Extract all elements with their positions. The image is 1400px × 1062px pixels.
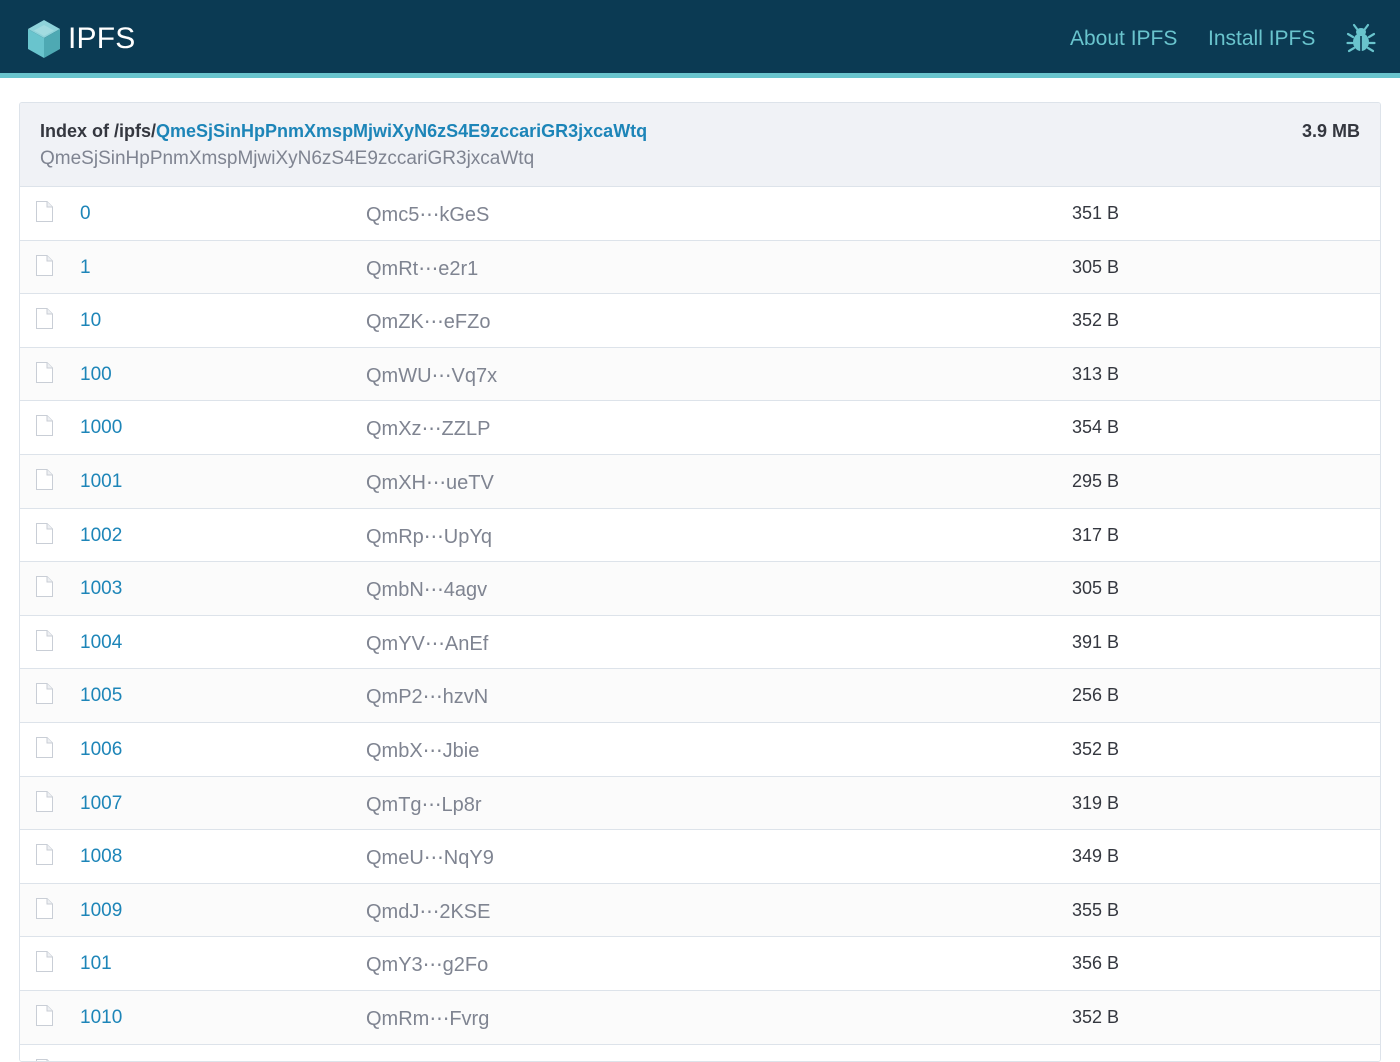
file-hash: QmXH⋯ueTV — [366, 470, 494, 495]
file-size: 313 B — [1072, 364, 1119, 385]
file-size: 295 B — [1072, 471, 1119, 492]
file-hash: Qmc5⋯kGeS — [366, 202, 489, 227]
install-ipfs-link[interactable]: Install IPFS — [1208, 27, 1315, 51]
file-size: 317 B — [1072, 525, 1119, 546]
file-size: 349 B — [1072, 846, 1119, 867]
table-row: 1 QmRt⋯e2r1 305 B — [20, 241, 1380, 295]
file-icon — [36, 951, 53, 972]
table-row: 1000 QmXz⋯ZZLP 354 B — [20, 401, 1380, 455]
table-row: 1008 QmeU⋯NqY9 349 B — [20, 830, 1380, 884]
file-size: 355 B — [1072, 900, 1119, 921]
file-name-link[interactable]: 10 — [80, 310, 101, 332]
table-row: 100 QmWU⋯Vq7x 313 B — [20, 348, 1380, 402]
file-name-link[interactable]: 1 — [80, 257, 91, 279]
about-ipfs-link[interactable]: About IPFS — [1070, 27, 1177, 51]
table-row: 1010 QmRm⋯Fvrg 352 B — [20, 991, 1380, 1045]
file-name-link[interactable]: 101 — [80, 953, 112, 975]
file-hash: QmWU⋯Vq7x — [366, 363, 497, 388]
table-row: 101 QmY3⋯g2Fo 356 B — [20, 937, 1380, 991]
file-size: 352 B — [1072, 739, 1119, 760]
listing-header: Index of /ipfs/QmeSjSinHpPnmXmspMjwiXyN6… — [20, 103, 1380, 187]
table-row: 1001 QmXH⋯ueTV 295 B — [20, 455, 1380, 509]
file-icon — [36, 1059, 53, 1062]
file-hash: QmY3⋯g2Fo — [366, 952, 488, 977]
table-row — [20, 1045, 1380, 1062]
file-size: 356 B — [1072, 953, 1119, 974]
file-icon — [36, 791, 53, 812]
table-row: 1004 QmYV⋯AnEf 391 B — [20, 616, 1380, 670]
file-icon — [36, 469, 53, 490]
file-size: 351 B — [1072, 203, 1119, 224]
file-size: 352 B — [1072, 1007, 1119, 1028]
file-size: 305 B — [1072, 578, 1119, 599]
top-bar: IPFS About IPFS Install IPFS — [0, 0, 1400, 78]
bug-icon[interactable] — [1346, 23, 1376, 53]
table-row: 1003 QmbN⋯4agv 305 B — [20, 562, 1380, 616]
ipfs-logo-link[interactable]: IPFS — [26, 19, 135, 59]
file-hash: QmbX⋯Jbie — [366, 738, 479, 763]
table-row: 1005 QmP2⋯hzvN 256 B — [20, 669, 1380, 723]
file-icon — [36, 630, 53, 651]
file-name-link[interactable]: 1004 — [80, 632, 122, 654]
directory-listing: Index of /ipfs/QmeSjSinHpPnmXmspMjwiXyN6… — [19, 102, 1381, 1062]
cid-link[interactable]: QmeSjSinHpPnmXmspMjwiXyN6zS4E9zccariGR3j… — [156, 121, 647, 141]
cid-subtitle: QmeSjSinHpPnmXmspMjwiXyN6zS4E9zccariGR3j… — [40, 148, 534, 170]
table-row: 1007 QmTg⋯Lp8r 319 B — [20, 777, 1380, 831]
file-icon — [36, 201, 53, 222]
file-icon — [36, 576, 53, 597]
file-hash: QmRt⋯e2r1 — [366, 256, 478, 281]
file-name-link[interactable]: 1006 — [80, 739, 122, 761]
file-name-link[interactable]: 1009 — [80, 900, 122, 922]
file-icon — [36, 1005, 53, 1026]
file-hash: QmTg⋯Lp8r — [366, 792, 482, 817]
index-prefix: Index of /ipfs/ — [40, 121, 156, 141]
table-row: 1002 QmRp⋯UpYq 317 B — [20, 509, 1380, 563]
file-icon — [36, 523, 53, 544]
file-name-link[interactable]: 1001 — [80, 471, 122, 493]
file-name-link[interactable]: 0 — [80, 203, 91, 225]
file-hash: QmdJ⋯2KSE — [366, 899, 490, 924]
file-icon — [36, 683, 53, 704]
table-row: 0 Qmc5⋯kGeS 351 B — [20, 187, 1380, 241]
file-name-link[interactable]: 100 — [80, 364, 112, 386]
file-size: 319 B — [1072, 793, 1119, 814]
file-name-link[interactable]: 1008 — [80, 846, 122, 868]
file-hash: QmRm⋯Fvrg — [366, 1006, 489, 1031]
file-size: 391 B — [1072, 632, 1119, 653]
file-icon — [36, 898, 53, 919]
file-icon — [36, 737, 53, 758]
file-icon — [36, 415, 53, 436]
file-name-link[interactable]: 1000 — [80, 417, 122, 439]
file-icon — [36, 255, 53, 276]
total-size: 3.9 MB — [1302, 121, 1360, 142]
file-hash: QmXz⋯ZZLP — [366, 416, 490, 441]
file-size: 354 B — [1072, 417, 1119, 438]
brand-name: IPFS — [68, 22, 135, 56]
file-name-link[interactable]: 1005 — [80, 685, 122, 707]
table-row: 10 QmZK⋯eFZo 352 B — [20, 294, 1380, 348]
file-name-link[interactable]: 1010 — [80, 1007, 122, 1029]
file-hash: QmP2⋯hzvN — [366, 684, 488, 709]
file-size: 305 B — [1072, 257, 1119, 278]
file-name-link[interactable]: 1007 — [80, 793, 122, 815]
file-hash: QmYV⋯AnEf — [366, 631, 488, 656]
file-icon — [36, 844, 53, 865]
file-hash: QmZK⋯eFZo — [366, 309, 490, 334]
table-row: 1006 QmbX⋯Jbie 352 B — [20, 723, 1380, 777]
index-path: Index of /ipfs/QmeSjSinHpPnmXmspMjwiXyN6… — [40, 121, 647, 142]
file-size: 256 B — [1072, 685, 1119, 706]
file-icon — [36, 362, 53, 383]
file-size: 352 B — [1072, 310, 1119, 331]
file-name-link[interactable]: 1002 — [80, 525, 122, 547]
table-row: 1009 QmdJ⋯2KSE 355 B — [20, 884, 1380, 938]
file-hash: QmbN⋯4agv — [366, 577, 487, 602]
file-hash: QmeU⋯NqY9 — [366, 845, 494, 870]
file-hash: QmRp⋯UpYq — [366, 524, 492, 549]
file-list: 0 Qmc5⋯kGeS 351 B 1 QmRt⋯e2r1 305 B 10 Q… — [20, 187, 1380, 1062]
file-icon — [36, 308, 53, 329]
file-name-link[interactable]: 1003 — [80, 578, 122, 600]
ipfs-cube-icon — [26, 19, 62, 59]
